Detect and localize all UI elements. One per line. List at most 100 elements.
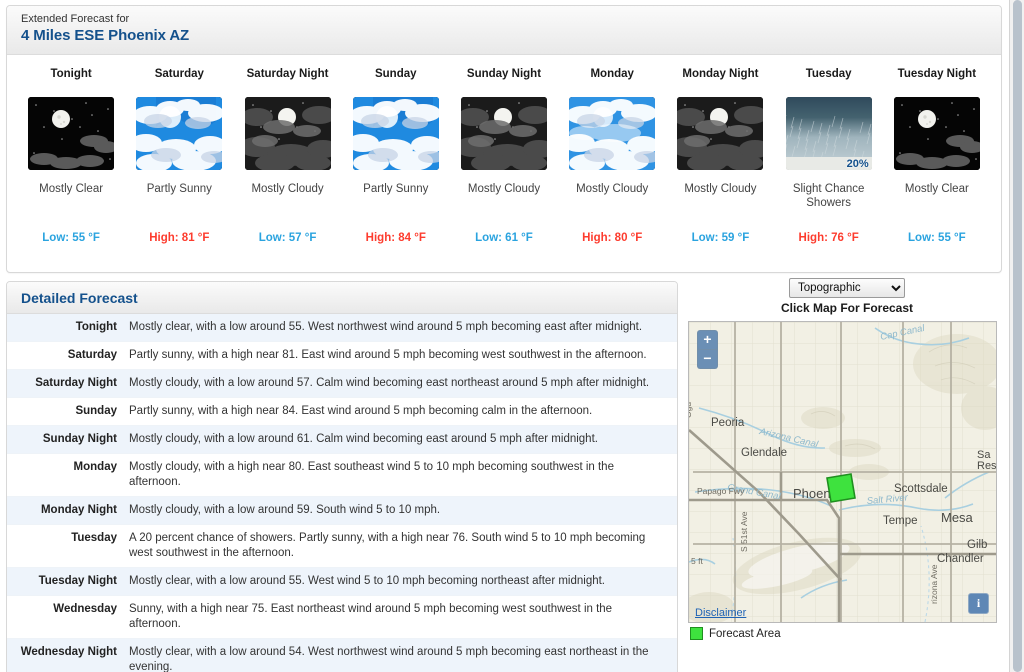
forecast-card-title: Monday Night [682,68,759,80]
click-map-hint: Click Map For Forecast [780,301,914,315]
forecast-period-label: Sunday Night [42,433,117,445]
table-row: Sunday Night Mostly cloudy, with a low ar… [7,426,677,454]
forecast-card-temperature: Low: 55 °F [908,232,966,244]
forecast-card-description: Partly Sunny [363,183,429,195]
table-row: Monday Night Mostly cloudy, with a low ar… [7,497,677,525]
scrollbar-thumb[interactable] [1013,0,1022,672]
weather-forecast-page: Extended Forecast for 4 Miles ESE Phoeni… [0,0,1024,672]
day-partly-sunny-icon[interactable] [136,97,223,170]
forecast-period-label: Tuesday [71,532,117,544]
table-row: Wednesday Night Mostly clear, with a low … [7,639,677,672]
forecast-card-description: Slight Chance Showers [792,183,865,209]
forecast-period-label: Wednesday Night [20,646,117,658]
table-row: Sunday Partly sunny, with a high near 84.… [7,398,677,426]
table-row: Tuesday A 20 percent chance of showers. P… [7,525,677,568]
map-layer-select-wrap: Topographic [688,278,1006,298]
forecast-card-title: Saturday Night [246,68,329,80]
forecast-period-label: Monday Night [40,504,117,516]
forecast-period-text: Mostly clear, with a low around 54. West… [129,646,649,672]
forecast-card-list: Tonight Mostly Clear Low: 55 °F Saturday Par… [7,55,1001,271]
forecast-card-description: Mostly Clear [904,183,969,195]
forecast-period-text: Mostly clear, with a low around 55. West… [129,321,643,333]
map-place-label: Chandler [937,553,984,565]
forecast-card-temperature: Low: 61 °F [475,232,533,244]
forecast-card: Tonight Mostly Clear Low: 55 °F [17,65,125,271]
forecast-card: Tuesday Night Mostly Clear Low: 55 °F [883,65,991,271]
forecast-card-temperature: Low: 55 °F [42,232,100,244]
forecast-card: Sunday Partly Sunny High: 84 °F [342,65,450,271]
map-place-label: Tempe [883,515,918,527]
map-feature-label: Ogd [689,402,693,418]
table-row: Monday Mostly cloudy, with a high near 80… [7,454,677,497]
map-feature-label: rizona Ave [929,564,939,604]
extended-forecast-header: Extended Forecast for 4 Miles ESE Phoeni… [7,6,1001,55]
forecast-card: Saturday Partly Sunny High: 81 °F [125,65,233,271]
forecast-card-description: Mostly Cloudy [576,183,649,195]
day-partly-sunny-icon[interactable] [352,97,439,170]
detailed-forecast-panel: Detailed Forecast Tonight Mostly clear, w… [6,281,678,672]
forecast-card-temperature: Low: 59 °F [691,232,750,244]
showers-icon[interactable]: 20% [785,97,872,170]
table-row: Tuesday Night Mostly clear, with a low ar… [7,568,677,596]
forecast-card-temperature: High: 81 °F [149,232,210,244]
forecast-period-text: Mostly cloudy, with a low around 61. Cal… [129,433,598,445]
map-layer-select[interactable]: Topographic [789,278,905,298]
forecast-card-temperature: High: 84 °F [365,232,426,244]
map-legend-label: Forecast Area [709,627,781,640]
forecast-card: Monday Mostly Cloudy High: 80 °F [558,65,666,271]
night-mostly-cloudy-icon[interactable] [677,97,764,170]
forecast-card-title: Sunday Night [466,68,542,80]
table-row: Wednesday Sunny, with a high near 75. Eas… [7,596,677,639]
forecast-card-temperature: High: 80 °F [582,232,643,244]
forecast-period-label: Tuesday Night [38,575,117,587]
night-mostly-clear-icon[interactable] [893,97,980,170]
forecast-period-text: Mostly cloudy, with a high near 80. East… [129,461,614,488]
extended-forecast-panel: Extended Forecast for 4 Miles ESE Phoeni… [6,5,1002,273]
map-place-label: Peoria [711,417,745,429]
zoom-out-button[interactable]: − [698,350,717,368]
forecast-card-title: Tonight [50,68,92,80]
map-place-label: Glendale [741,447,787,459]
map-place-label: Gilb [967,539,987,551]
table-row: Tonight Mostly clear, with a low around 5… [7,314,677,342]
forecast-period-text: Partly sunny, with a high near 81. East … [129,349,647,361]
page-subtitle: Extended Forecast for [21,13,130,25]
table-row: Saturday Partly sunny, with a high near 8… [7,342,677,370]
forecast-period-label: Saturday Night [35,377,117,389]
map-disclaimer-link[interactable]: Disclaimer [695,607,746,619]
map-feature-label: S 51st Ave [739,511,749,552]
page-title: 4 Miles ESE Phoenix AZ [21,27,190,44]
map-zoom-controls[interactable]: + − [697,330,718,369]
forecast-period-text: A 20 percent chance of showers. Partly s… [129,532,646,559]
forecast-card-description: Mostly Cloudy [467,183,541,195]
forecast-map[interactable]: Peoria Glendale Phoenix Scottsdale Tempe… [688,321,997,623]
night-mostly-cloudy-icon[interactable] [460,97,547,170]
forecast-period-label: Tonight [75,321,117,333]
forecast-card: Saturday Night Mostly Cloudy Low: 57 °F [233,65,341,271]
forecast-card-temperature: Low: 57 °F [258,232,317,244]
forecast-card-description: Mostly Cloudy [684,183,757,195]
forecast-period-label: Sunday [75,405,117,417]
map-basemap: Peoria Glendale Phoenix Scottsdale Tempe… [689,322,996,622]
forecast-period-text: Mostly clear, with a low around 55. West… [129,575,606,587]
forecast-period-label: Monday [73,461,117,473]
forecast-card-description: Mostly Clear [39,183,104,195]
forecast-card-description: Mostly Cloudy [251,183,324,195]
forecast-card-title: Monday [590,68,634,80]
zoom-in-button[interactable]: + [698,331,717,349]
night-mostly-cloudy-icon[interactable] [244,97,331,170]
detailed-forecast-rows: Tonight Mostly clear, with a low around 5… [7,314,677,672]
map-info-button[interactable]: i [968,593,989,614]
detailed-forecast-header: Detailed Forecast [7,282,677,314]
forecast-period-label: Wednesday [53,603,117,615]
night-mostly-clear-icon[interactable] [28,97,115,170]
map-column: Topographic Click Map For Forecast Peori… [688,278,1006,640]
forecast-period-text: Sunny, with a high near 75. East northea… [129,603,613,630]
detailed-forecast-title: Detailed Forecast [21,289,138,306]
forecast-period-text: Mostly cloudy, with a low around 57. Cal… [129,377,650,389]
map-feature-label: Papago Fwy [697,486,745,496]
day-mostly-cloudy-icon[interactable] [569,97,656,170]
page-scrollbar[interactable] [1009,0,1024,672]
forecast-card: Monday Night Mostly Cloudy Low: 59 °F [666,65,774,271]
forecast-area-marker [826,473,856,503]
